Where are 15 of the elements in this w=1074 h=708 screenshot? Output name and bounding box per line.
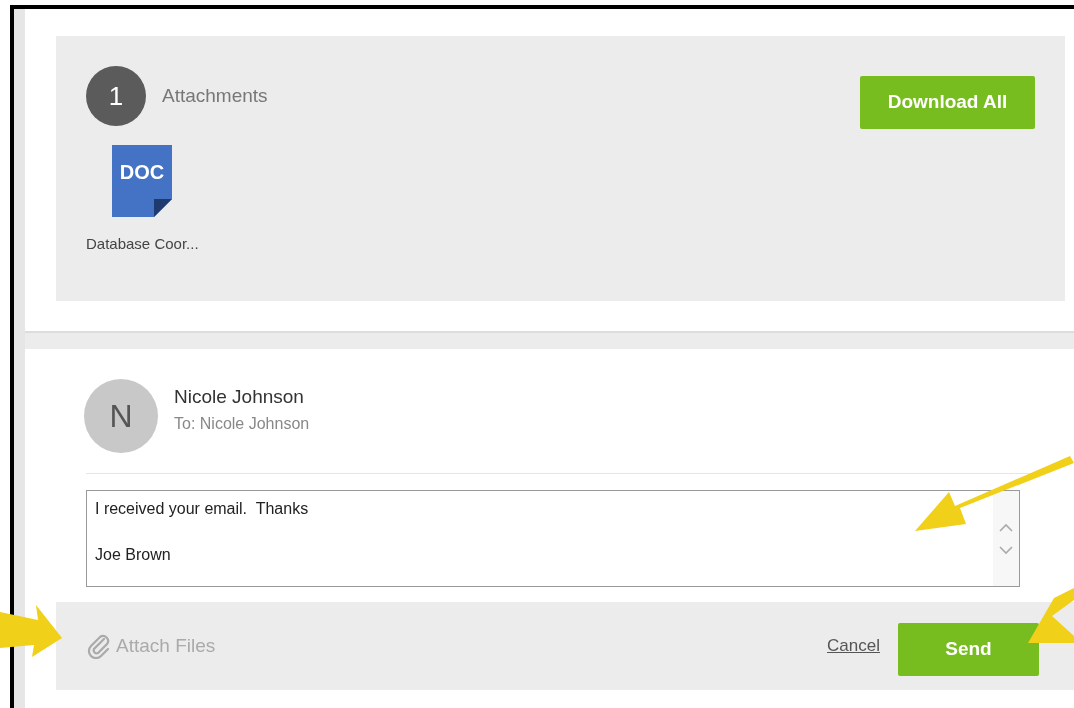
file-name[interactable]: Database Coor... [86, 233, 199, 256]
scroll-up-icon[interactable] [999, 522, 1013, 532]
annotation-arrow [1028, 588, 1074, 643]
attachment-count: 1 [86, 66, 146, 126]
attachments-title: Attachments [162, 83, 268, 108]
paperclip-icon [86, 633, 112, 659]
message-field[interactable]: I received your email. Thanks Joe Brown [86, 490, 1020, 587]
avatar: N [84, 379, 158, 453]
document-icon[interactable]: DOC [112, 145, 173, 217]
scroll-down-icon[interactable] [999, 545, 1013, 555]
cancel-link[interactable]: Cancel [827, 633, 880, 659]
annotation-arrow [0, 605, 62, 657]
sender-name: Nicole Johnson [174, 385, 305, 409]
recipient-line: To: Nicole Johnson [174, 413, 310, 434]
scrollbar[interactable] [993, 491, 1019, 586]
